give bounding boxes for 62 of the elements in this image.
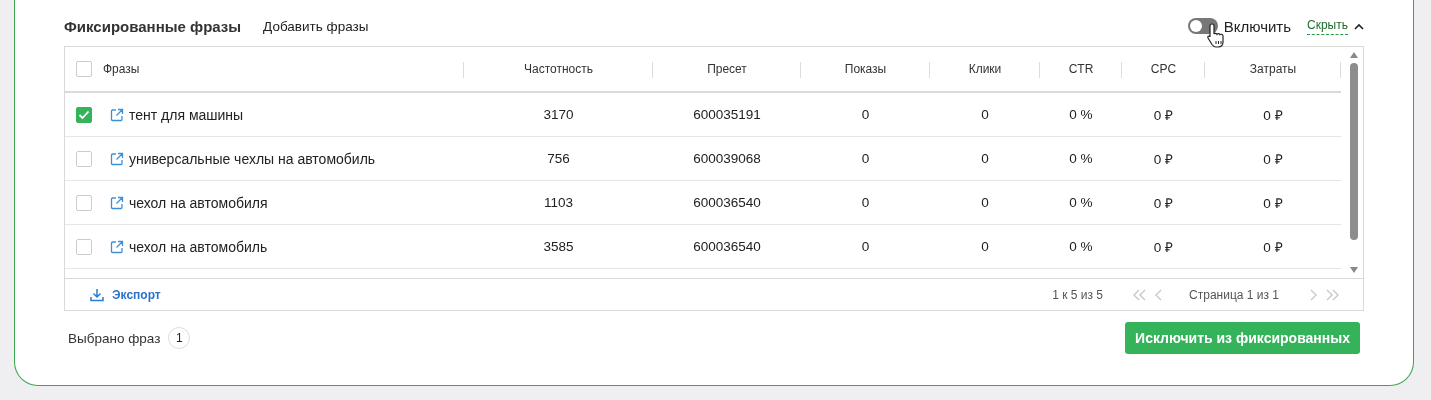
export-link[interactable]: Экспорт xyxy=(90,287,161,302)
table-cell-text: 0 ₽ xyxy=(1263,194,1283,212)
checkbox[interactable] xyxy=(76,106,92,123)
add-phrases-link[interactable]: Добавить фразы xyxy=(263,18,369,34)
row-range: 1 к 5 из 5 xyxy=(1052,287,1104,302)
table-cell: чехол на автомобиль xyxy=(129,238,268,255)
download-icon xyxy=(90,287,104,302)
external-link-icon[interactable] xyxy=(110,239,124,254)
table-cell: 3585 xyxy=(543,239,574,254)
table-cell: 0 xyxy=(981,239,989,254)
table-cell: чехол на автомобиля xyxy=(129,194,268,211)
table-cell: 0 xyxy=(861,151,870,166)
table-cell: тент для машины xyxy=(129,106,244,123)
table-cell: 0 % xyxy=(1069,151,1093,166)
table-cell: 0 xyxy=(861,107,870,122)
first-page-icon[interactable] xyxy=(1131,288,1148,301)
table-cell: 756 xyxy=(547,151,570,166)
column-header[interactable]: Клики xyxy=(968,62,1002,76)
collapse-link[interactable]: Скрыть xyxy=(1307,17,1364,35)
table-cell-text: 0 ₽ xyxy=(1153,194,1174,212)
table-cell: 0 xyxy=(981,107,989,122)
table-cell: 0 xyxy=(861,195,870,210)
table-cell: 0 % xyxy=(1069,239,1093,254)
table-cell: 0 xyxy=(981,195,989,210)
checkbox[interactable] xyxy=(76,238,92,255)
column-header[interactable]: Показы xyxy=(844,62,887,76)
scroll-up-icon[interactable] xyxy=(1349,51,1359,59)
table-cell: универсальные чехлы на автомобиль xyxy=(129,150,376,167)
table-cell: 600036540 xyxy=(693,195,761,210)
table-cell: 600036540 xyxy=(693,239,761,254)
selected-count-label: Выбрано фраз xyxy=(68,330,161,346)
table-cell: 600035191 xyxy=(693,107,761,122)
last-page-icon[interactable] xyxy=(1325,288,1341,301)
external-link-icon[interactable] xyxy=(110,107,124,122)
column-header[interactable]: Частотность xyxy=(524,62,593,76)
table-cell-text: 0 ₽ xyxy=(1153,106,1174,124)
toggle-label: Включить xyxy=(1223,17,1292,35)
column-header[interactable]: Фразы xyxy=(103,62,140,76)
table-cell-text: 0 ₽ xyxy=(1263,106,1283,124)
column-header[interactable]: CPC xyxy=(1150,62,1177,76)
external-link-icon[interactable] xyxy=(110,195,124,210)
table-cell: 0 xyxy=(861,239,870,254)
table-cell-text: 0 ₽ xyxy=(1153,150,1174,168)
table-cell: 3170 xyxy=(543,107,574,122)
checkbox[interactable] xyxy=(76,194,92,211)
table-cell: 1103 xyxy=(544,195,573,210)
column-header[interactable]: CTR xyxy=(1068,62,1094,76)
table-cell-text: 0 ₽ xyxy=(1153,238,1174,256)
table-cell-text: 0 ₽ xyxy=(1263,238,1283,256)
scroll-down-icon[interactable] xyxy=(1349,266,1359,274)
external-link-icon[interactable] xyxy=(110,151,124,166)
page-indicator: Страница 1 из 1 xyxy=(1189,287,1279,302)
column-header[interactable]: Затраты xyxy=(1249,62,1297,76)
table-cell: 0 % xyxy=(1069,195,1093,210)
panel-title: Фиксированные фразы xyxy=(64,17,242,35)
table-cell: 0 xyxy=(981,151,989,166)
column-header[interactable]: Пресет xyxy=(707,62,747,76)
table-cell-text: 0 ₽ xyxy=(1263,150,1283,168)
table-cell: 0 % xyxy=(1069,107,1093,122)
table-cell: 600039068 xyxy=(693,151,761,166)
checkbox[interactable] xyxy=(76,150,92,167)
checkbox[interactable] xyxy=(76,61,92,77)
